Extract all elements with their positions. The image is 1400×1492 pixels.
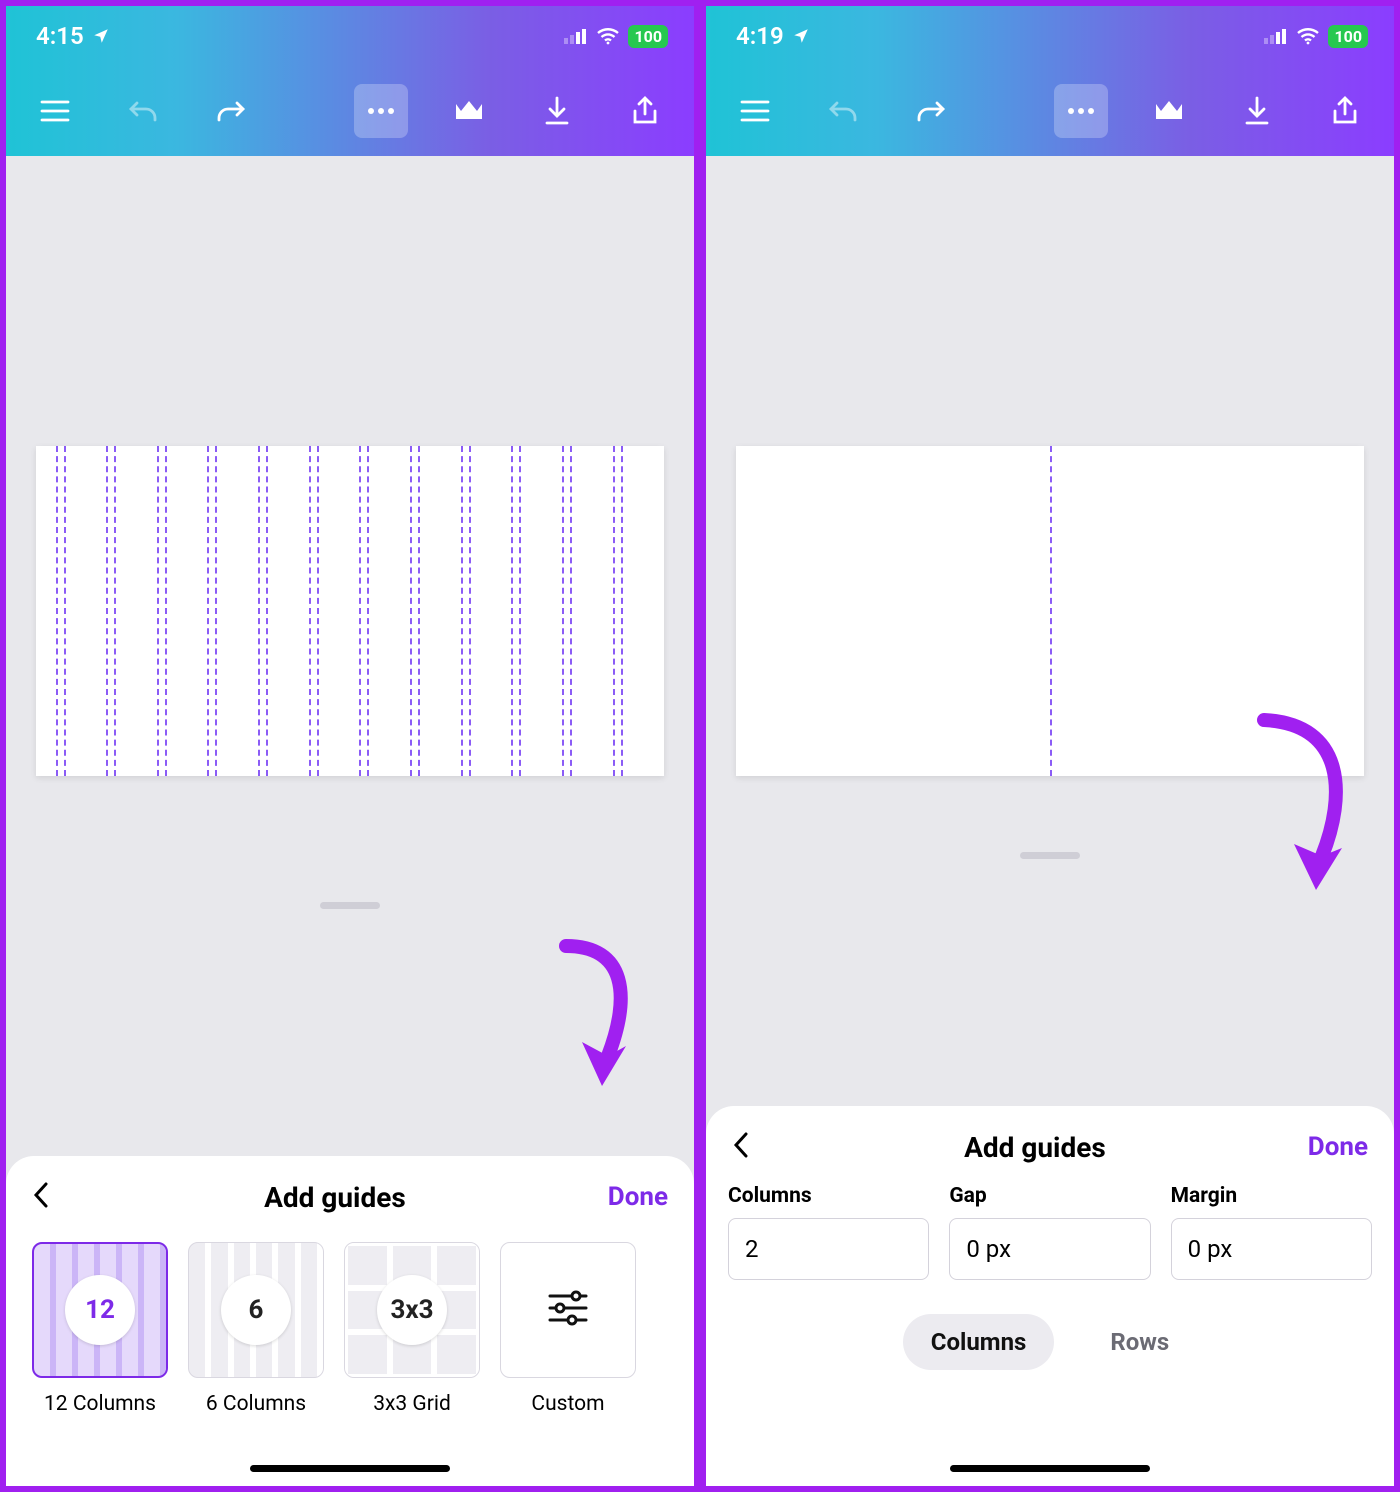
status-time: 4:15 [36,22,84,50]
wifi-icon [596,27,620,45]
add-guides-custom-sheet: Add guides Done Columns 2 Gap 0 px Margi… [706,1106,1394,1486]
wifi-icon [1296,27,1320,45]
annotation-arrow-left [546,936,656,1106]
crown-icon[interactable] [1142,84,1196,138]
option-6-columns[interactable]: 6 6 Columns [188,1242,324,1416]
undo-icon[interactable] [816,84,870,138]
columns-input[interactable]: 2 [728,1218,929,1280]
option-circle-12: 12 [65,1275,135,1345]
option-circle-3x3: 3x3 [377,1275,447,1345]
option-label-12: 12 Columns [44,1392,156,1416]
location-icon [792,27,810,45]
field-columns: Columns 2 [728,1184,929,1280]
home-indicator[interactable] [250,1465,450,1472]
columns-rows-toggle: Columns Rows [706,1280,1394,1370]
more-icon[interactable] [354,84,408,138]
segment-rows[interactable]: Rows [1082,1314,1197,1370]
screenshot-right: 4:19 100 [700,0,1400,1492]
gap-input[interactable]: 0 px [949,1218,1150,1280]
columns-label: Columns [728,1184,929,1208]
redo-icon[interactable] [904,84,958,138]
column-guides-12 [36,446,664,776]
segment-columns[interactable]: Columns [903,1314,1055,1370]
signal-icon [1264,28,1288,44]
home-indicator[interactable] [950,1465,1150,1472]
download-icon[interactable] [1230,84,1284,138]
redo-icon[interactable] [204,84,258,138]
canvas-stage: Add guides Done 12 12 Columns 6 6 Column… [6,156,694,1486]
export-icon[interactable] [1318,84,1372,138]
design-canvas[interactable] [36,446,664,776]
export-icon[interactable] [618,84,672,138]
done-button[interactable]: Done [608,1182,668,1212]
canvas-stage: Add guides Done Columns 2 Gap 0 px Margi… [706,156,1394,1486]
undo-icon[interactable] [116,84,170,138]
more-icon[interactable] [1054,84,1108,138]
add-guides-sheet: Add guides Done 12 12 Columns 6 6 Column… [6,1156,694,1486]
sheet-title: Add guides [762,1131,1308,1164]
option-3x3-grid[interactable]: 3x3 3x3 Grid [344,1242,480,1416]
margin-input[interactable]: 0 px [1171,1218,1372,1280]
option-12-columns[interactable]: 12 12 Columns [32,1242,168,1416]
menu-icon[interactable] [728,84,782,138]
option-circle-6: 6 [221,1275,291,1345]
gap-label: Gap [949,1184,1150,1208]
top-gradient: 4:19 100 [706,6,1394,156]
location-icon [92,27,110,45]
signal-icon [564,28,588,44]
sheet-handle[interactable] [1020,852,1080,859]
app-toolbar [706,66,1394,156]
status-bar: 4:19 100 [706,6,1394,66]
menu-icon[interactable] [28,84,82,138]
option-custom[interactable]: Custom [500,1242,636,1416]
guide-options: 12 12 Columns 6 6 Columns 3x3 3x3 Grid [6,1214,694,1416]
sliders-icon [546,1289,590,1331]
status-bar: 4:15 100 [6,6,694,66]
done-button[interactable]: Done [1308,1132,1368,1162]
option-label-3x3: 3x3 Grid [373,1392,451,1416]
crown-icon[interactable] [442,84,496,138]
field-gap: Gap 0 px [949,1184,1150,1280]
design-canvas[interactable] [736,446,1364,776]
back-icon[interactable] [732,1130,762,1164]
option-label-6: 6 Columns [206,1392,306,1416]
sheet-title: Add guides [62,1181,608,1214]
download-icon[interactable] [530,84,584,138]
battery-indicator: 100 [1328,25,1368,48]
field-margin: Margin 0 px [1171,1184,1372,1280]
status-time: 4:19 [736,22,784,50]
top-gradient: 4:15 100 [6,6,694,156]
app-toolbar [6,66,694,156]
battery-indicator: 100 [628,25,668,48]
custom-guide-fields: Columns 2 Gap 0 px Margin 0 px [706,1164,1394,1280]
back-icon[interactable] [32,1180,62,1214]
screenshot-left: 4:15 100 [0,0,700,1492]
margin-label: Margin [1171,1184,1372,1208]
option-label-custom: Custom [531,1392,604,1416]
column-guide-center [1050,446,1052,776]
sheet-handle[interactable] [320,902,380,909]
